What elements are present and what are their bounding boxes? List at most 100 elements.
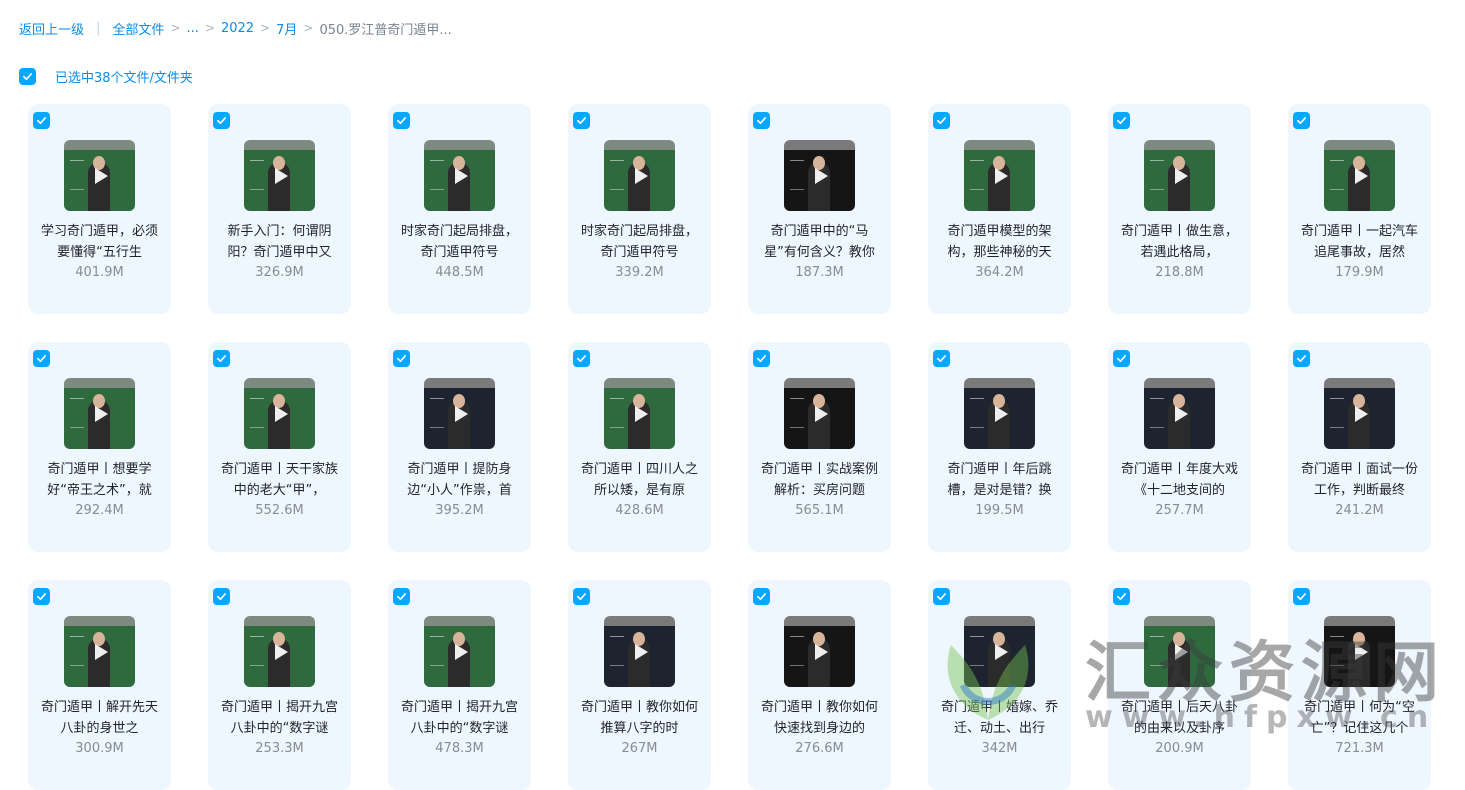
file-name[interactable]: 奇门遁甲模型的架构，那些神秘的天 <box>938 221 1061 263</box>
file-card[interactable]: 奇门遁甲丨年度大戏《十二地支间的 257.7M <box>1108 342 1251 552</box>
file-card[interactable]: 奇门遁甲丨年后跳槽，是对是错？换 199.5M <box>928 342 1071 552</box>
file-name[interactable]: 奇门遁甲丨一起汽车追尾事故，居然 <box>1298 221 1421 263</box>
video-thumbnail[interactable] <box>784 140 855 211</box>
video-thumbnail[interactable] <box>604 378 675 449</box>
file-checkbox[interactable] <box>213 588 230 605</box>
file-card[interactable]: 时家奇门起局排盘，奇门遁甲符号 448.5M <box>388 104 531 314</box>
file-checkbox[interactable] <box>33 350 50 367</box>
file-name[interactable]: 奇门遁甲丨做生意，若遇此格局， <box>1118 221 1241 263</box>
video-thumbnail[interactable] <box>604 616 675 687</box>
file-card[interactable]: 奇门遁甲丨实战案例解析：买房问题 565.1M <box>748 342 891 552</box>
video-thumbnail[interactable] <box>1144 616 1215 687</box>
file-card[interactable]: 奇门遁甲丨教你如何快速找到身边的 276.6M <box>748 580 891 790</box>
file-name[interactable]: 奇门遁甲丨婚嫁、乔迁、动土、出行 <box>938 697 1061 739</box>
file-checkbox[interactable] <box>573 350 590 367</box>
file-checkbox[interactable] <box>573 112 590 129</box>
video-thumbnail[interactable] <box>424 616 495 687</box>
breadcrumb-ellipsis[interactable]: ... <box>186 21 198 36</box>
file-checkbox[interactable] <box>753 588 770 605</box>
file-name[interactable]: 时家奇门起局排盘，奇门遁甲符号 <box>578 221 701 263</box>
video-thumbnail[interactable] <box>244 616 315 687</box>
file-checkbox[interactable] <box>753 350 770 367</box>
file-checkbox[interactable] <box>573 588 590 605</box>
file-checkbox[interactable] <box>213 112 230 129</box>
file-checkbox[interactable] <box>213 350 230 367</box>
video-thumbnail[interactable] <box>964 140 1035 211</box>
file-card[interactable]: 奇门遁甲模型的架构，那些神秘的天 364.2M <box>928 104 1071 314</box>
file-checkbox[interactable] <box>1113 350 1130 367</box>
file-card[interactable]: 奇门遁甲丨婚嫁、乔迁、动土、出行 342M <box>928 580 1071 790</box>
video-thumbnail[interactable] <box>244 378 315 449</box>
file-checkbox[interactable] <box>33 588 50 605</box>
file-name[interactable]: 学习奇门遁甲，必须要懂得“五行生 <box>38 221 161 263</box>
video-thumbnail[interactable] <box>64 378 135 449</box>
file-checkbox[interactable] <box>1293 588 1310 605</box>
file-checkbox[interactable] <box>1113 112 1130 129</box>
video-thumbnail[interactable] <box>784 616 855 687</box>
file-checkbox[interactable] <box>933 350 950 367</box>
file-name[interactable]: 奇门遁甲丨后天八卦的由来以及卦序 <box>1118 697 1241 739</box>
file-card[interactable]: 时家奇门起局排盘，奇门遁甲符号 339.2M <box>568 104 711 314</box>
breadcrumb-year[interactable]: 2022 <box>221 21 254 36</box>
file-name[interactable]: 奇门遁甲丨面试一份工作，判断最终 <box>1298 459 1421 501</box>
video-thumbnail[interactable] <box>1324 140 1395 211</box>
file-card[interactable]: 奇门遁甲丨提防身边“小人”作祟，首 395.2M <box>388 342 531 552</box>
file-name[interactable]: 奇门遁甲中的“马星”有何含义？教你 <box>758 221 881 263</box>
file-name[interactable]: 奇门遁甲丨天干家族中的老大“甲”， <box>218 459 341 501</box>
file-name[interactable]: 时家奇门起局排盘，奇门遁甲符号 <box>398 221 521 263</box>
video-thumbnail[interactable] <box>424 140 495 211</box>
select-all-checkbox[interactable] <box>19 67 36 85</box>
file-card[interactable]: 学习奇门遁甲，必须要懂得“五行生 401.9M <box>28 104 171 314</box>
file-name[interactable]: 奇门遁甲丨想要学好“帝王之术”，就 <box>38 459 161 501</box>
file-card[interactable]: 新手入门：何谓阴阳？奇门遁甲中又 326.9M <box>208 104 351 314</box>
video-thumbnail[interactable] <box>964 378 1035 449</box>
file-checkbox[interactable] <box>933 588 950 605</box>
file-name[interactable]: 奇门遁甲丨实战案例解析：买房问题 <box>758 459 881 501</box>
file-name[interactable]: 奇门遁甲丨教你如何快速找到身边的 <box>758 697 881 739</box>
breadcrumb-root[interactable]: 全部文件 <box>112 19 164 38</box>
file-name[interactable]: 奇门遁甲丨何为“空亡”？记住这几个 <box>1298 697 1421 739</box>
video-thumbnail[interactable] <box>1324 378 1395 449</box>
file-card[interactable]: 奇门遁甲丨面试一份工作，判断最终 241.2M <box>1288 342 1431 552</box>
file-name[interactable]: 奇门遁甲丨揭开九宫八卦中的“数字谜 <box>398 697 521 739</box>
file-checkbox[interactable] <box>393 588 410 605</box>
file-card[interactable]: 奇门遁甲丨一起汽车追尾事故，居然 179.9M <box>1288 104 1431 314</box>
file-card[interactable]: 奇门遁甲丨教你如何推算八字的时 267M <box>568 580 711 790</box>
file-checkbox[interactable] <box>1293 350 1310 367</box>
video-thumbnail[interactable] <box>964 616 1035 687</box>
file-checkbox[interactable] <box>393 350 410 367</box>
video-thumbnail[interactable] <box>64 616 135 687</box>
file-checkbox[interactable] <box>753 112 770 129</box>
file-checkbox[interactable] <box>933 112 950 129</box>
file-name[interactable]: 奇门遁甲丨四川人之所以矮，是有原 <box>578 459 701 501</box>
file-name[interactable]: 奇门遁甲丨提防身边“小人”作祟，首 <box>398 459 521 501</box>
video-thumbnail[interactable] <box>1324 616 1395 687</box>
file-checkbox[interactable] <box>1293 112 1310 129</box>
file-card[interactable]: 奇门遁甲丨揭开九宫八卦中的“数字谜 253.3M <box>208 580 351 790</box>
file-card[interactable]: 奇门遁甲丨做生意，若遇此格局， 218.8M <box>1108 104 1251 314</box>
video-thumbnail[interactable] <box>604 140 675 211</box>
file-card[interactable]: 奇门遁甲丨四川人之所以矮，是有原 428.6M <box>568 342 711 552</box>
file-name[interactable]: 奇门遁甲丨教你如何推算八字的时 <box>578 697 701 739</box>
file-card[interactable]: 奇门遁甲丨解开先天八卦的身世之 300.9M <box>28 580 171 790</box>
video-thumbnail[interactable] <box>1144 378 1215 449</box>
video-thumbnail[interactable] <box>244 140 315 211</box>
file-card[interactable]: 奇门遁甲丨想要学好“帝王之术”，就 292.4M <box>28 342 171 552</box>
file-name[interactable]: 奇门遁甲丨年度大戏《十二地支间的 <box>1118 459 1241 501</box>
file-name[interactable]: 奇门遁甲丨年后跳槽，是对是错？换 <box>938 459 1061 501</box>
file-name[interactable]: 奇门遁甲丨揭开九宫八卦中的“数字谜 <box>218 697 341 739</box>
file-checkbox[interactable] <box>1113 588 1130 605</box>
file-card[interactable]: 奇门遁甲中的“马星”有何含义？教你 187.3M <box>748 104 891 314</box>
video-thumbnail[interactable] <box>64 140 135 211</box>
video-thumbnail[interactable] <box>1144 140 1215 211</box>
video-thumbnail[interactable] <box>424 378 495 449</box>
file-checkbox[interactable] <box>393 112 410 129</box>
file-card[interactable]: 奇门遁甲丨天干家族中的老大“甲”， 552.6M <box>208 342 351 552</box>
file-card[interactable]: 奇门遁甲丨何为“空亡”？记住这几个 721.3M <box>1288 580 1431 790</box>
file-name[interactable]: 新手入门：何谓阴阳？奇门遁甲中又 <box>218 221 341 263</box>
file-card[interactable]: 奇门遁甲丨后天八卦的由来以及卦序 200.9M <box>1108 580 1251 790</box>
video-thumbnail[interactable] <box>784 378 855 449</box>
file-name[interactable]: 奇门遁甲丨解开先天八卦的身世之 <box>38 697 161 739</box>
file-checkbox[interactable] <box>33 112 50 129</box>
back-link[interactable]: 返回上一级 <box>19 19 84 38</box>
